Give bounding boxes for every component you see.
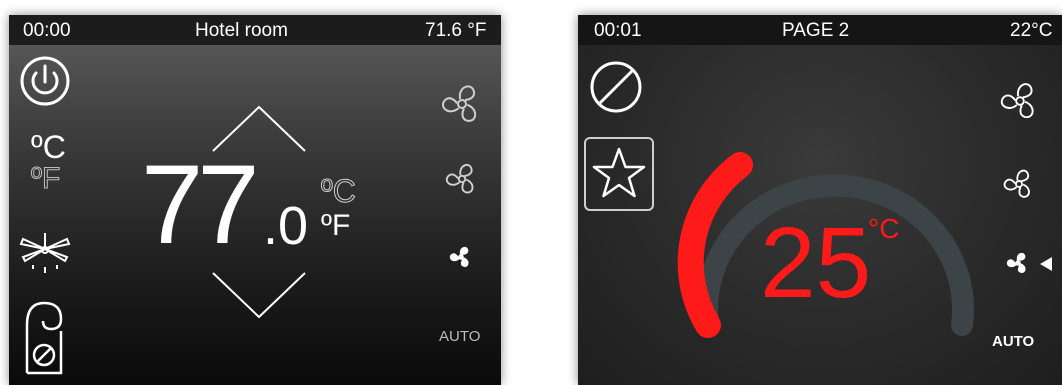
unit-fahrenheit-button[interactable]: ºF — [30, 163, 60, 194]
arrow-left-icon — [1040, 257, 1058, 271]
unit-fahrenheit-label: ºF — [321, 209, 351, 242]
chevron-down-icon — [212, 272, 306, 319]
unit-celsius-label: ºC — [321, 173, 357, 209]
fan-low-icon[interactable] — [447, 243, 475, 271]
thermostat-screen-hotel-room: 00:00 Hotel room 71.6 °F ºC ºF 77 .0 ºC … — [9, 15, 501, 385]
clock: 00:00 — [23, 20, 71, 41]
status-bar: 00:00 Hotel room 71.6 °F — [9, 15, 501, 45]
fan-low-icon[interactable] — [1004, 249, 1032, 277]
thermostat-screen-page-2: 00:01 PAGE 2 22°C 25 °C AUTO — [578, 15, 1062, 385]
status-bar: 00:01 PAGE 2 22°C — [578, 15, 1062, 45]
no-entry-icon[interactable] — [588, 59, 644, 115]
power-icon[interactable] — [19, 55, 71, 107]
setpoint-integer: 77 — [141, 142, 260, 267]
fan-high-icon[interactable] — [996, 77, 1044, 125]
do-not-disturb-hanger-icon[interactable] — [23, 299, 65, 375]
setpoint-value: 25 — [760, 207, 872, 319]
fan-high-icon[interactable] — [437, 79, 487, 129]
favorite-button[interactable] — [584, 137, 654, 211]
decrease-setpoint-button[interactable] — [209, 269, 309, 321]
fan-medium-icon[interactable] — [1000, 165, 1038, 203]
clock: 00:01 — [594, 20, 642, 41]
outdoor-temperature: 71.6 °F — [425, 20, 487, 41]
star-icon — [592, 147, 646, 198]
outdoor-temperature: 22°C — [1010, 20, 1053, 41]
setpoint-decimal: .0 — [263, 196, 309, 256]
fan-auto-button[interactable]: AUTO — [992, 333, 1034, 350]
unit-celsius-button[interactable]: ºC — [31, 131, 66, 163]
ceiling-fan-icon[interactable] — [17, 227, 73, 283]
screen-title: PAGE 2 — [782, 20, 850, 41]
screen-title: Hotel room — [195, 20, 288, 41]
fan-auto-button[interactable]: AUTO — [439, 328, 480, 345]
setpoint-unit: °C — [868, 213, 900, 244]
fan-medium-icon[interactable] — [442, 159, 482, 199]
